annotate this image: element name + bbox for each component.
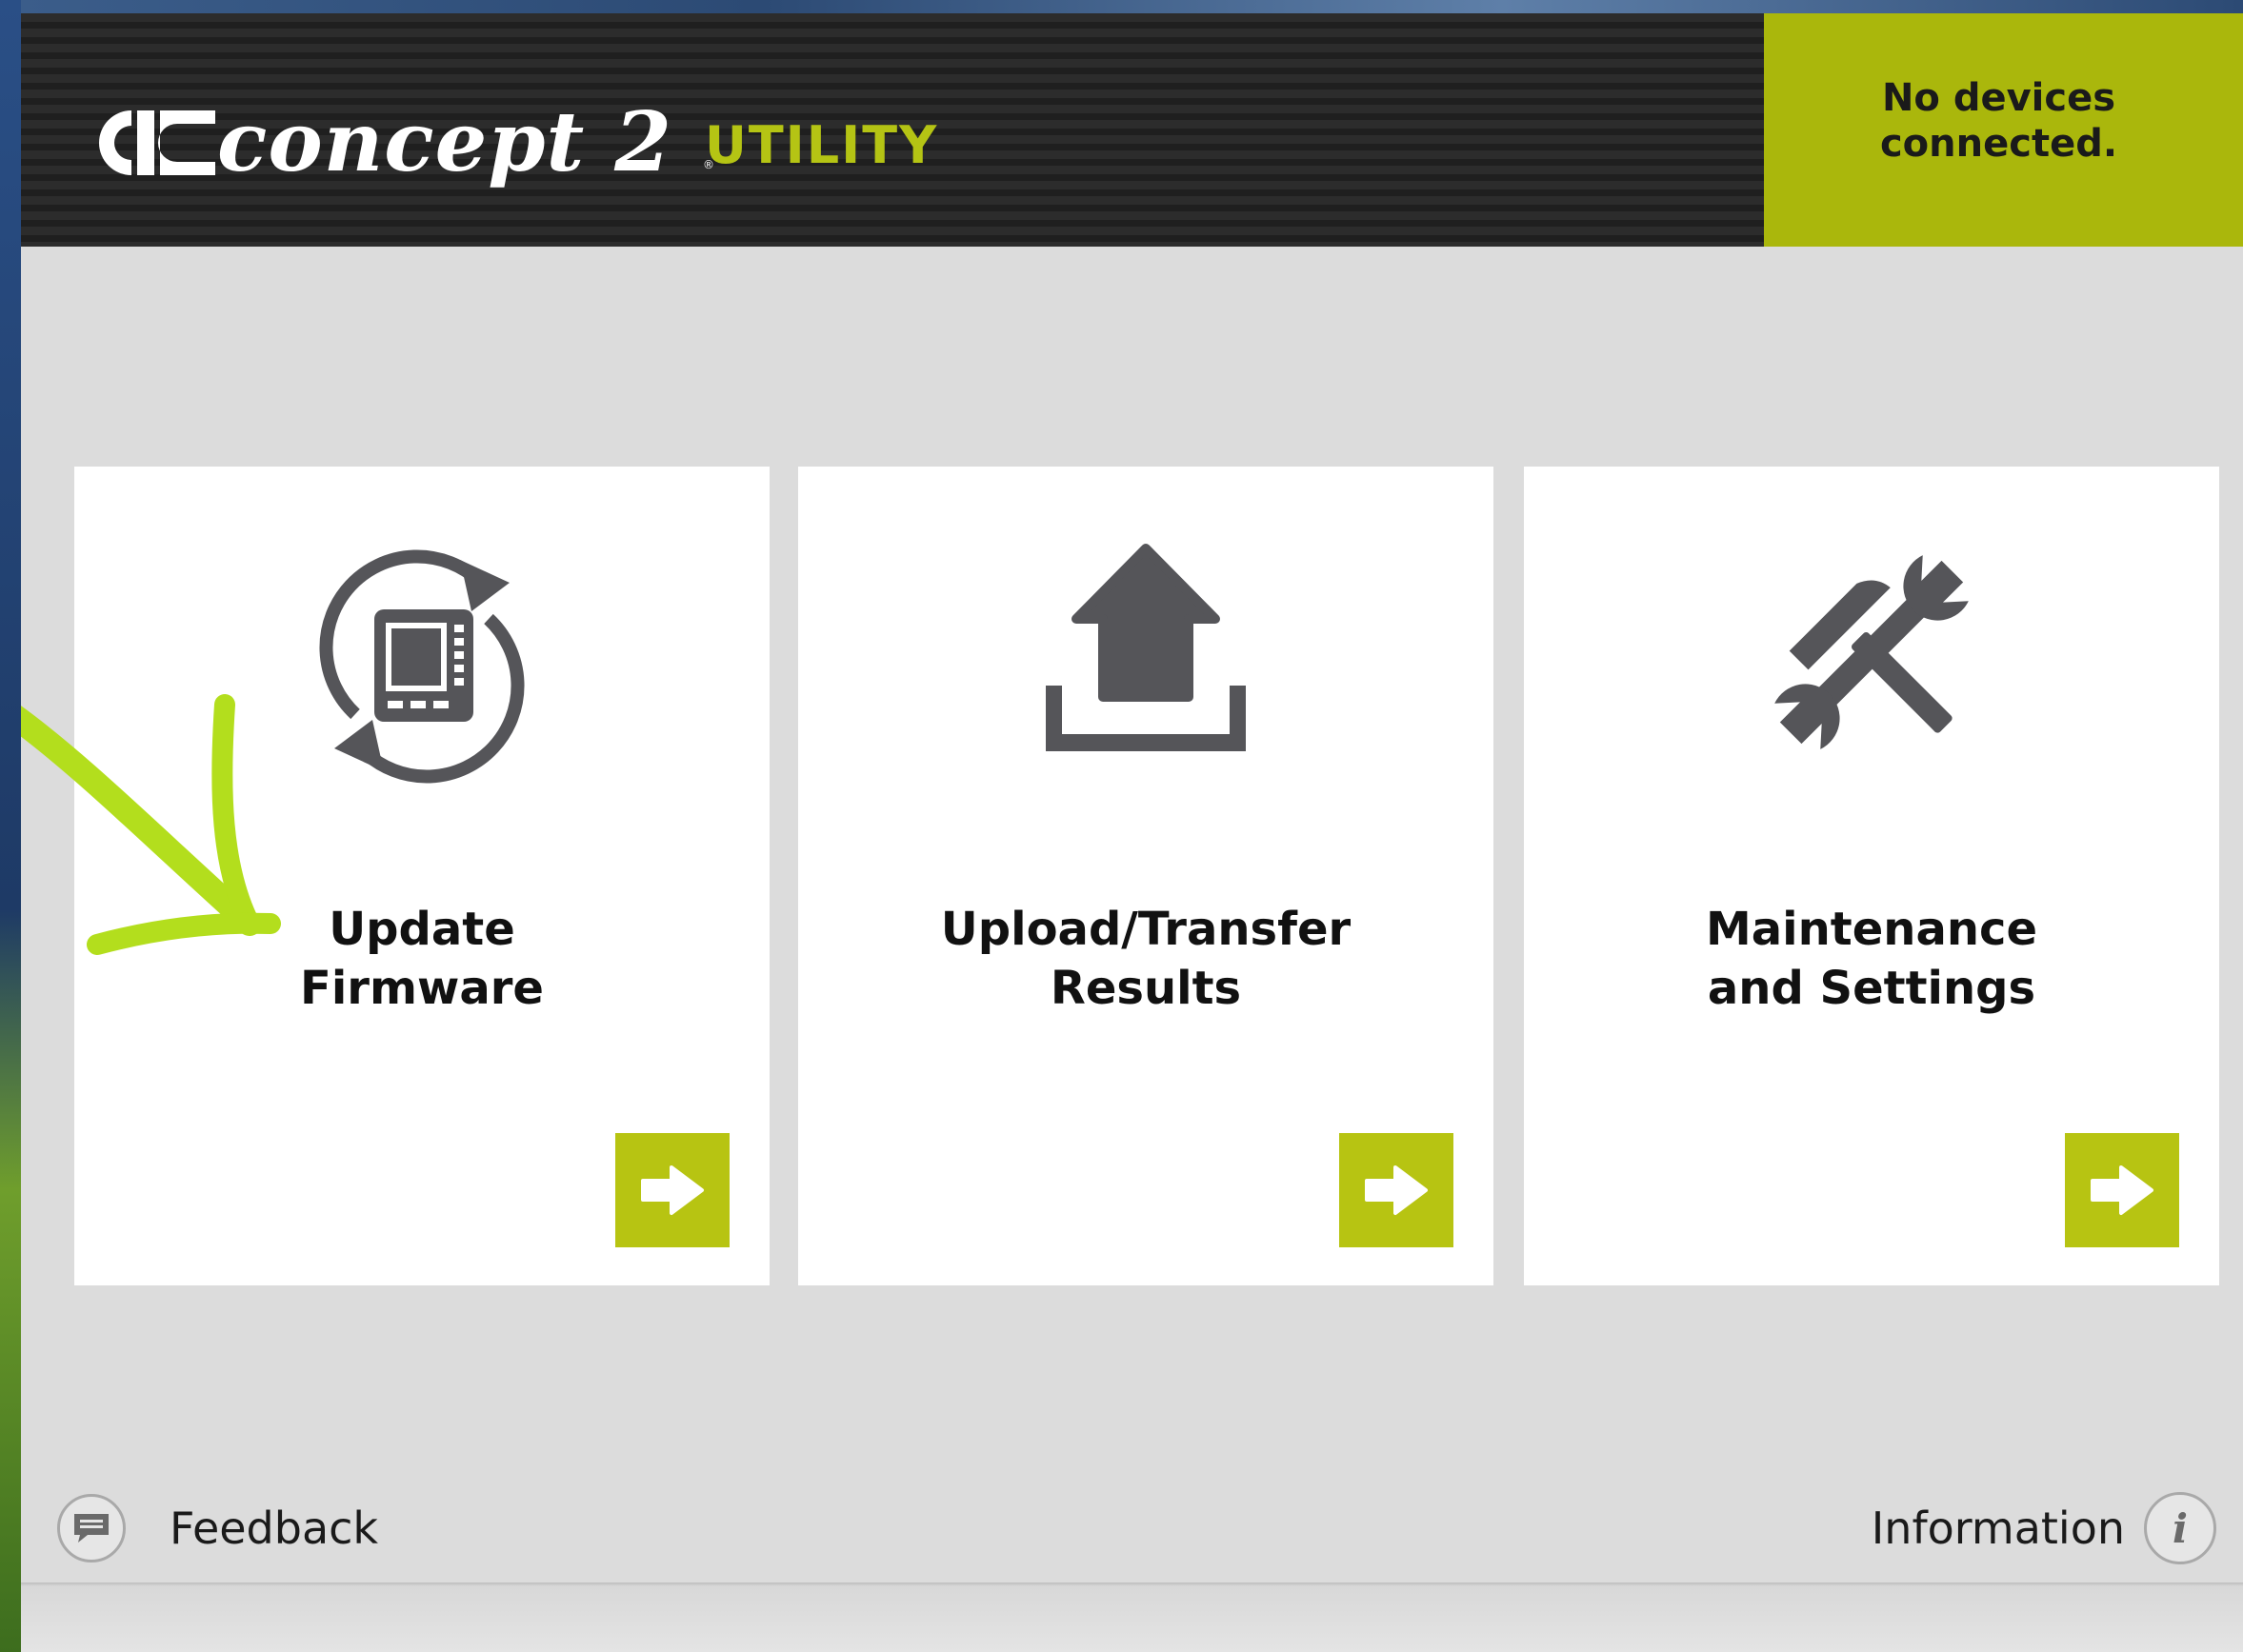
device-status-text: No devices connected. <box>1879 75 2118 166</box>
feedback-label: Feedback <box>170 1503 379 1554</box>
app-header: concept 2 ® UTILITY <box>21 13 1764 247</box>
arrow-right-icon <box>2091 1165 2153 1215</box>
information-label: Information <box>1871 1503 2125 1554</box>
feedback-link[interactable]: Feedback <box>57 1489 378 1567</box>
app-window: concept 2 ® UTILITY No devices connected… <box>21 0 2243 1652</box>
upload-transfer-go-button[interactable] <box>1339 1133 1453 1247</box>
desktop-background <box>0 0 23 1652</box>
card-label-upload-transfer-results: Upload/Transfer Results <box>940 903 1352 1015</box>
maintenance-settings-go-button[interactable] <box>2065 1133 2179 1247</box>
speech-bubble-icon <box>57 1494 126 1562</box>
update-firmware-go-button[interactable] <box>615 1133 730 1247</box>
arrow-right-icon <box>641 1165 704 1215</box>
brand-name: concept 2 <box>217 94 672 190</box>
device-status-panel: No devices connected. <box>1764 13 2243 247</box>
product-title: UTILITY <box>705 115 939 175</box>
info-icon: i <box>2144 1492 2216 1564</box>
upload-icon <box>798 543 1493 751</box>
window-bottom-bar <box>21 1582 2243 1652</box>
concept2-logo: concept 2 ® <box>72 94 714 190</box>
card-upload-transfer-results[interactable]: Upload/Transfer Results <box>798 467 1493 1285</box>
card-maintenance-settings[interactable]: Maintenance and Settings <box>1524 467 2219 1285</box>
card-label-maintenance-settings: Maintenance and Settings <box>1705 903 2038 1015</box>
arrow-right-icon <box>1365 1165 1428 1215</box>
concept2-logo-mark-icon <box>99 110 215 175</box>
information-link[interactable]: Information i <box>1872 1489 2216 1567</box>
window-top-strip <box>21 0 2243 13</box>
tools-icon <box>1524 543 2219 749</box>
annotation-arrow-icon <box>21 694 281 955</box>
